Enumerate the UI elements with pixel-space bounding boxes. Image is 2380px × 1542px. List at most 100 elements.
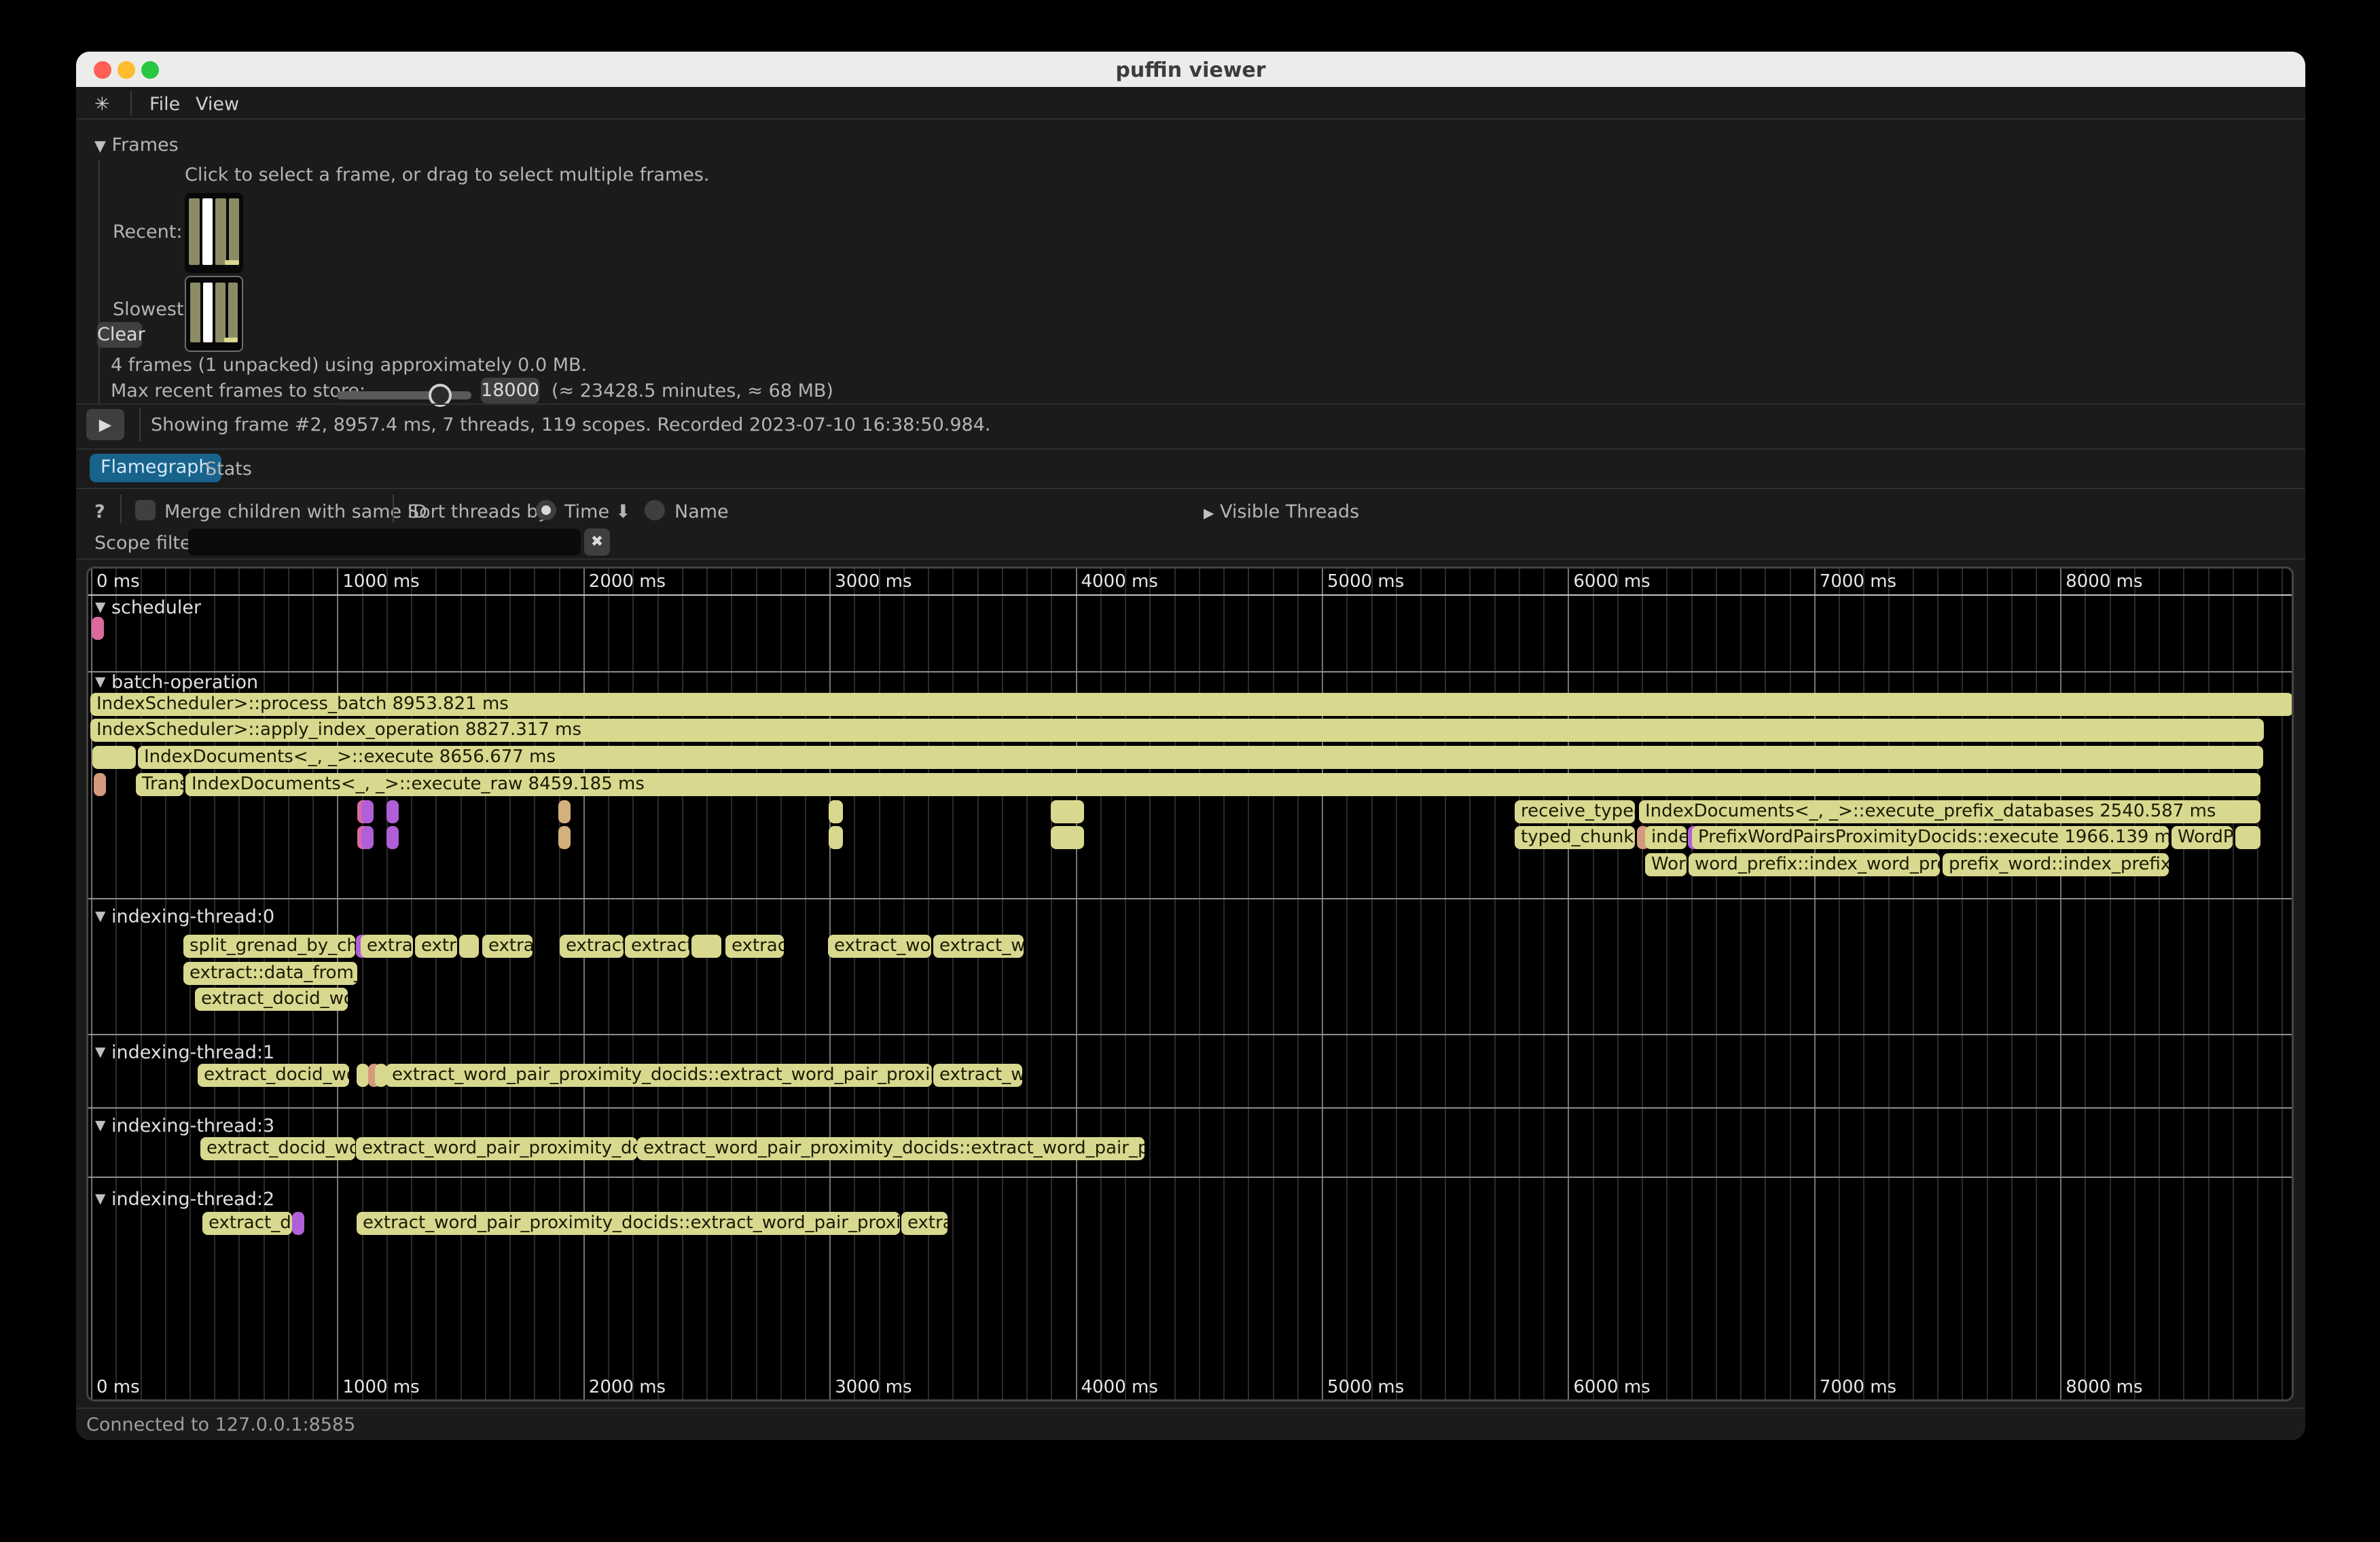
frame-bar[interactable]	[190, 283, 200, 342]
sort-name-label[interactable]: Name	[674, 501, 729, 522]
help-button[interactable]: ?	[94, 501, 105, 522]
frame-bar[interactable]	[215, 198, 226, 265]
menu-item-view[interactable]: View	[196, 94, 239, 115]
frame-bar[interactable]	[228, 283, 238, 342]
scope-bar[interactable]	[459, 935, 479, 958]
menu-divider	[130, 91, 132, 115]
section-header[interactable]: ▼ batch-operation	[95, 672, 258, 693]
scope-bar[interactable]	[691, 935, 721, 958]
clear-button[interactable]: Clear	[97, 322, 142, 348]
tab-flamegraph[interactable]: Flamegraph	[90, 454, 221, 482]
menu-item-file[interactable]: File	[149, 94, 180, 115]
merge-children-checkbox[interactable]	[135, 500, 156, 520]
scope-bar[interactable]	[386, 800, 399, 823]
ruler-tick-label: 4000 ms	[1081, 571, 1158, 592]
scope-bar[interactable]: extract_word_pair_proximity_docids::extr…	[357, 1212, 900, 1235]
visible-threads-header[interactable]: ▶ Visible Threads	[1204, 501, 1359, 522]
section-header[interactable]: ▼ indexing-thread:1	[95, 1042, 274, 1063]
recent-frames-thumbnail[interactable]	[185, 193, 243, 273]
scope-bar[interactable]: extract_word_pair_proximity_docids	[356, 1137, 637, 1160]
scope-bar[interactable]: extract	[725, 935, 784, 958]
scope-bar[interactable]: prefix_word::index_prefix_wo	[1943, 853, 2169, 876]
scope-bar[interactable]: extract_	[625, 935, 689, 958]
scope-bar[interactable]: word_prefix::index_word_prefix_	[1689, 853, 1940, 876]
sort-time-label[interactable]: Time	[564, 501, 609, 522]
scope-bar[interactable]: Trans	[136, 773, 183, 796]
scope-filter-input[interactable]	[188, 528, 581, 556]
ruler-tick-label: 1000 ms	[342, 1377, 419, 1397]
clear-filter-button[interactable]: ✖	[584, 528, 610, 556]
scope-bar[interactable]: extract_docid_word	[198, 1064, 349, 1087]
sort-direction-arrow-icon[interactable]: ⬇	[615, 501, 631, 522]
scope-bar[interactable]	[386, 826, 399, 849]
scope-bar[interactable]: index	[1645, 826, 1687, 849]
scope-bar[interactable]: IndexDocuments<_, _>::execute_raw 8459.1…	[185, 773, 2260, 796]
scope-bar[interactable]: IndexScheduler>::process_batch 8953.821 …	[90, 693, 2293, 716]
section-header[interactable]: ▼ indexing-thread:3	[95, 1115, 274, 1136]
collapse-triangle-icon: ▶	[1204, 505, 1214, 521]
theme-toggle-icon[interactable]: ✳	[94, 94, 110, 115]
frames-section-header[interactable]: ▼ Frames	[94, 135, 179, 156]
scope-bar[interactable]: receive_typed_	[1515, 800, 1635, 823]
scope-bar[interactable]	[829, 826, 843, 849]
scope-bar[interactable]: WordPr	[2171, 826, 2233, 849]
scope-bar[interactable]	[92, 746, 136, 769]
scope-bar[interactable]: PrefixWordPairsProximityDocids::execute …	[1692, 826, 2169, 849]
separator	[76, 404, 2305, 405]
section-header[interactable]: ▼ indexing-thread:0	[95, 906, 274, 927]
frame-bar[interactable]	[189, 198, 200, 265]
collapse-triangle-icon: ▼	[95, 1190, 105, 1206]
scope-bar[interactable]	[558, 800, 571, 823]
scope-bar[interactable]: split_grenad_by_chun	[183, 935, 355, 958]
scope-bar[interactable]: extrac	[482, 935, 533, 958]
scope-bar[interactable]: extract_word	[828, 935, 931, 958]
flamegraph-canvas[interactable]: 0 ms0 ms1000 ms1000 ms2000 ms2000 ms3000…	[86, 567, 2294, 1401]
scope-bar[interactable]	[1051, 800, 1084, 823]
scope-bar[interactable]: extract_wo	[933, 1064, 1022, 1087]
scope-bar[interactable]	[361, 826, 374, 849]
scope-bar[interactable]: extra	[415, 935, 457, 958]
app-window: puffin viewer ✳ File View ▼ Frames Click…	[76, 52, 2305, 1440]
scope-bar[interactable]	[357, 1064, 369, 1087]
frame-bar[interactable]	[229, 198, 240, 265]
scope-bar[interactable]: extract_docid_word	[195, 988, 348, 1011]
scope-bar[interactable]: extract::data_from_ob	[183, 962, 357, 985]
section-header[interactable]: ▼ scheduler	[95, 597, 201, 618]
section-header[interactable]: ▼ indexing-thread:2	[95, 1189, 274, 1210]
scope-bar[interactable]	[292, 1212, 304, 1235]
scope-bar[interactable]: Word	[1645, 853, 1687, 876]
scope-bar[interactable]: extract_docid_word	[200, 1137, 355, 1160]
frame-bar[interactable]	[215, 283, 226, 342]
scope-bar[interactable]	[558, 826, 571, 849]
scope-bar[interactable]: extract_word_pair_proximity_docids::extr…	[386, 1064, 932, 1087]
scope-bar[interactable]: extract_word_pair_proximity_docids::extr…	[637, 1137, 1144, 1160]
ruler-tick-label: 3000 ms	[835, 1377, 912, 1397]
frame-bar[interactable]	[203, 283, 213, 342]
scope-bar[interactable]	[1051, 826, 1084, 849]
slowest-frames-thumbnail[interactable]	[185, 276, 243, 352]
scope-bar[interactable]	[2235, 826, 2260, 849]
tab-stats[interactable]: Stats	[205, 459, 252, 480]
scope-bar[interactable]: extract_wo	[933, 935, 1024, 958]
scope-bar[interactable]	[829, 800, 843, 823]
sort-time-radio[interactable]	[536, 500, 556, 520]
frame-bar[interactable]	[202, 198, 213, 265]
max-frames-value[interactable]: 18000	[481, 378, 539, 404]
scope-bar[interactable]	[94, 773, 106, 796]
frame-baseline	[225, 260, 240, 265]
scope-bar[interactable]	[361, 800, 374, 823]
merge-children-label: Merge children with same ID	[164, 501, 427, 522]
play-button[interactable]: ▶	[86, 409, 124, 440]
scope-bar[interactable]: extract_	[560, 935, 624, 958]
scope-bar[interactable]: extract	[361, 935, 413, 958]
scope-bar[interactable]: IndexDocuments<_, _>::execute_prefix_dat…	[1639, 800, 2260, 823]
scope-bar[interactable]: IndexDocuments<_, _>::execute 8656.677 m…	[138, 746, 2263, 769]
thread-name: indexing-thread:1	[111, 1042, 274, 1063]
sort-name-radio[interactable]	[645, 500, 665, 520]
scope-bar[interactable]: extract_doc	[202, 1212, 292, 1235]
scope-bar[interactable]	[92, 617, 104, 640]
scope-bar[interactable]: IndexScheduler>::apply_index_operation 8…	[90, 719, 2264, 742]
scope-bar[interactable]: typed_chunk::w	[1515, 826, 1635, 849]
max-frames-estimate: (≈ 23428.5 minutes, ≈ 68 MB)	[552, 380, 833, 401]
scope-bar[interactable]: extrac	[901, 1212, 948, 1235]
